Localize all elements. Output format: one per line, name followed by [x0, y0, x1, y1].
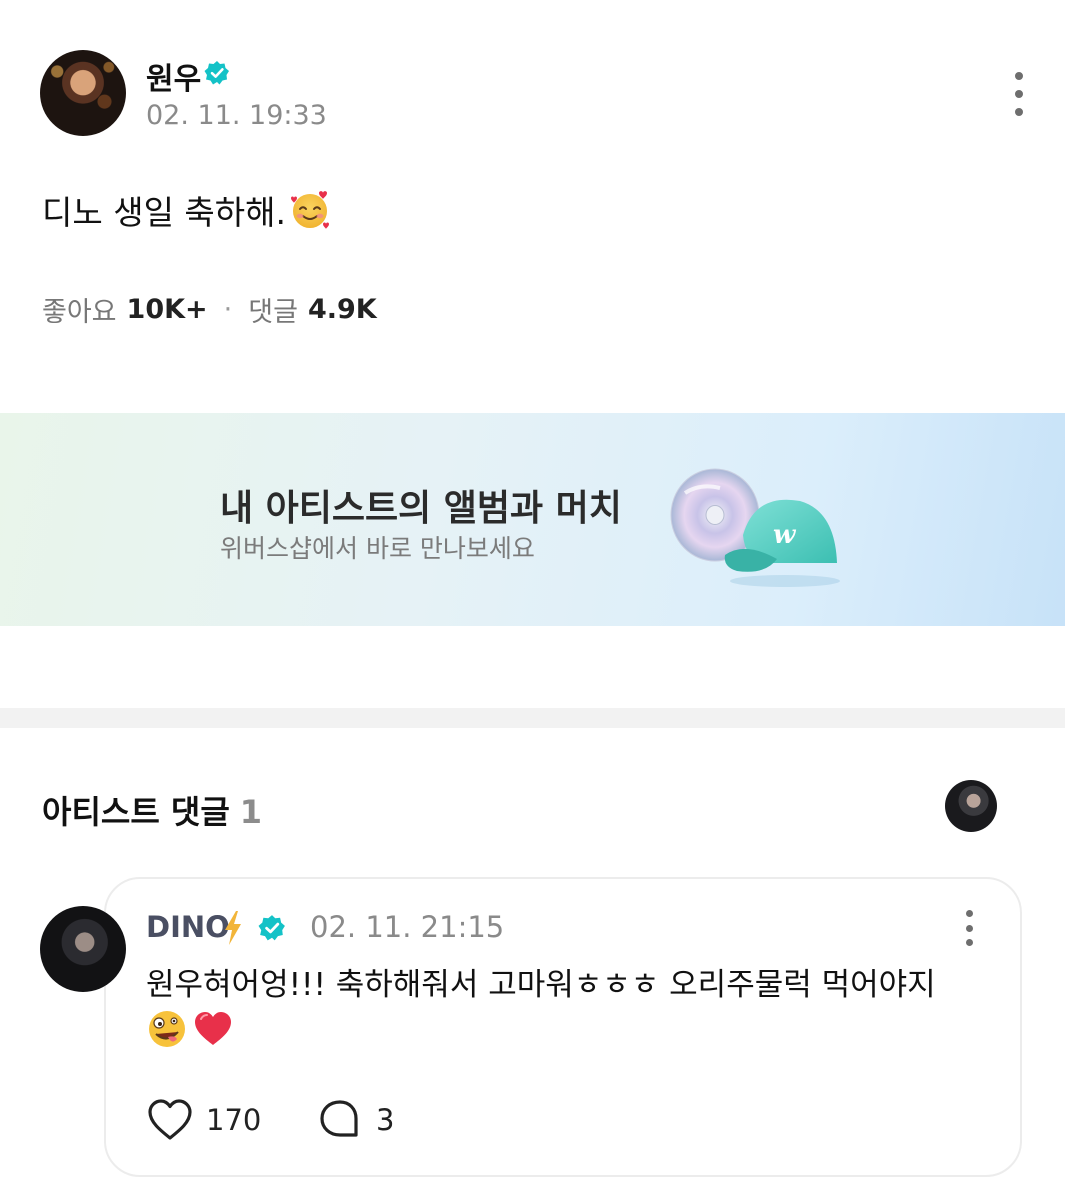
lightning-bolt-icon — [225, 911, 241, 945]
stats-separator: · — [223, 294, 233, 325]
comments-label: 댓글 — [248, 297, 298, 328]
comment-reply-count: 3 — [376, 1103, 395, 1137]
section-divider — [0, 708, 1065, 728]
artist-comments-label: 아티스트 댓글 — [42, 793, 230, 831]
comment-author-avatar[interactable] — [40, 906, 126, 992]
banner-subtitle: 위버스샵에서 바로 만나보세요 — [220, 534, 535, 563]
artist-avatar[interactable] — [945, 780, 997, 832]
likes-count[interactable]: 10K+ — [127, 294, 208, 325]
comment-timestamp: 02. 11. 21:15 — [310, 910, 505, 944]
post-stats: 좋아요 10K+ · 댓글 4.9K — [42, 290, 377, 329]
red-heart-icon — [195, 1012, 231, 1045]
verified-badge-icon — [204, 61, 229, 85]
comments-count[interactable]: 4.9K — [308, 294, 377, 325]
post-timestamp: 02. 11. 19:33 — [146, 100, 327, 131]
post-header: 원우 02. 11. 19:33 — [40, 50, 1030, 140]
verified-badge-icon — [258, 915, 285, 941]
author-name[interactable]: 원우 — [146, 54, 201, 98]
banner-title: 내 아티스트의 앨범과 머치 — [220, 488, 622, 529]
comment-reply-button[interactable]: 3 — [318, 1098, 394, 1142]
artist-comments-count: 1 — [239, 793, 263, 831]
svg-text:w: w — [773, 520, 797, 550]
smiling-face-with-hearts-icon — [291, 191, 329, 229]
post-body: 디노 생일 축하해. — [42, 186, 332, 234]
post-text: 디노 생일 축하해. — [42, 193, 286, 232]
comment-like-count: 170 — [206, 1103, 262, 1137]
comment-more-options-icon[interactable] — [962, 910, 976, 946]
likes-label: 좋아요 — [42, 297, 117, 328]
comment-author-name[interactable]: DINO — [146, 910, 230, 944]
artist-comments-title: 아티스트 댓글 1 — [42, 787, 262, 833]
post-more-options-icon[interactable] — [1008, 72, 1030, 116]
heart-outline-icon — [148, 1099, 192, 1140]
comment-like-button[interactable]: 170 — [146, 1098, 261, 1142]
zany-face-icon — [149, 1011, 185, 1047]
comment-text: 원우혀어엉!!! 축하해줘서 고마워ㅎㅎㅎ 오리주물럭 먹어야지 — [146, 967, 936, 1003]
speech-bubble-icon — [320, 1100, 358, 1137]
weverse-shop-banner[interactable]: 내 아티스트의 앨범과 머치 위버스샵에서 바로 만나보세요 w — [0, 413, 1065, 626]
album-and-cap-illustration-icon: w — [670, 468, 840, 587]
author-avatar[interactable] — [40, 50, 126, 136]
comment-emojis — [146, 1008, 234, 1050]
